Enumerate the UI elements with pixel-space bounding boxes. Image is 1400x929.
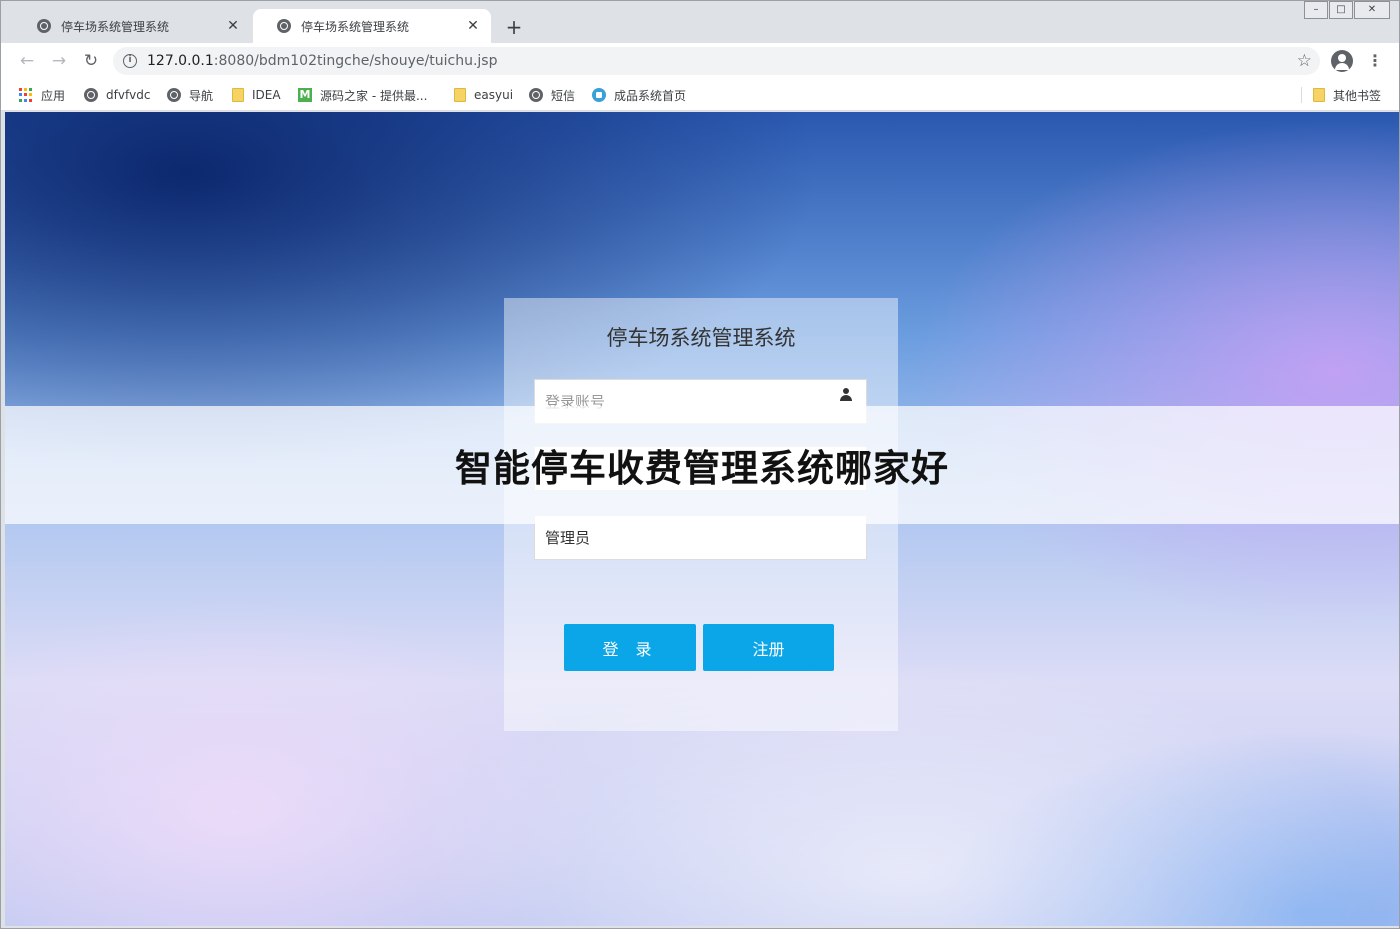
tab-title: 停车场系统管理系统	[301, 19, 410, 34]
maximize-button[interactable]: □	[1329, 1, 1353, 19]
reload-icon[interactable]: ↻	[79, 49, 103, 73]
overlay-title: 智能停车收费管理系统哪家好	[455, 447, 949, 490]
globe-icon	[529, 88, 543, 102]
apps-grid-icon	[19, 88, 33, 102]
bookmark-idea[interactable]: IDEA	[232, 85, 281, 105]
profile-avatar-icon[interactable]	[1331, 50, 1353, 72]
bookmark-nav[interactable]: 导航	[167, 85, 213, 105]
browser-window: 停车场系统管理系统 ✕ 停车场系统管理系统 ✕ + – □ ✕ ← → ↻ i …	[0, 0, 1400, 929]
bookmark-other[interactable]: 其他书签	[1313, 85, 1381, 105]
new-tab-button[interactable]: +	[503, 16, 525, 38]
bookmark-label: dfvfvdc	[106, 88, 151, 102]
browser-toolbar: ← → ↻ i 127.0.0.1:8080/bdm102tingche/sho…	[1, 43, 1399, 79]
bookmark-star-icon[interactable]: ☆	[1297, 51, 1312, 71]
bookmark-apps[interactable]: 应用	[19, 85, 65, 105]
back-arrow-icon[interactable]: ←	[15, 49, 39, 73]
address-bar[interactable]: i 127.0.0.1:8080/bdm102tingche/shouye/tu…	[113, 47, 1320, 75]
close-tab-icon[interactable]: ✕	[465, 18, 481, 34]
bookmark-sms[interactable]: 短信	[529, 85, 575, 105]
close-tab-icon[interactable]: ✕	[225, 18, 241, 34]
globe-icon	[84, 88, 98, 102]
minimize-button[interactable]: –	[1304, 1, 1328, 19]
globe-icon	[37, 19, 51, 33]
bookmark-label: 成品系统首页	[614, 88, 687, 103]
url-host: 127.0.0.1	[147, 53, 214, 69]
bookmark-easyui[interactable]: easyui	[454, 85, 513, 105]
bookmark-label: IDEA	[252, 88, 281, 102]
tab-inactive[interactable]: 停车场系统管理系统 ✕	[13, 9, 251, 43]
url-text[interactable]: 127.0.0.1:8080/bdm102tingche/shouye/tuic…	[147, 53, 497, 69]
page-title: 停车场系统管理系统	[606, 326, 796, 350]
role-value: 管理员	[545, 529, 591, 547]
tab-title: 停车场系统管理系统	[61, 19, 170, 34]
info-icon[interactable]: i	[123, 54, 137, 68]
register-button[interactable]: 注册	[703, 624, 834, 671]
bookmark-home[interactable]: 成品系统首页	[592, 85, 686, 105]
forward-arrow-icon[interactable]: →	[47, 49, 71, 73]
bookmark-label: 其他书签	[1333, 88, 1382, 103]
bookmark-label: 短信	[551, 88, 576, 103]
bookmarks-bar: 应用 dfvfvdc 导航 IDEA M 源码之家 - 提供最... easyu…	[1, 79, 1399, 111]
bookmark-yuanma[interactable]: M 源码之家 - 提供最...	[298, 85, 427, 105]
menu-dots-icon[interactable]: ⋮	[1367, 49, 1383, 73]
bookmark-label: 应用	[41, 88, 66, 103]
tab-active[interactable]: 停车场系统管理系统 ✕	[253, 9, 491, 43]
url-path: :8080/bdm102tingche/shouye/tuichu.jsp	[213, 53, 498, 69]
home-icon	[592, 88, 606, 102]
close-window-button[interactable]: ✕	[1354, 1, 1390, 19]
globe-icon	[167, 88, 181, 102]
globe-icon	[277, 19, 291, 33]
page-content: 停车场系统管理系统 登录账号 管理员 登 录 注册 智能停车收费管理系统哪家好	[5, 112, 1399, 926]
bookmark-dfvfvdc[interactable]: dfvfvdc	[84, 85, 150, 105]
bookmark-label: 导航	[189, 88, 214, 103]
folder-icon	[454, 88, 466, 102]
login-button[interactable]: 登 录	[564, 624, 696, 671]
user-icon	[840, 388, 852, 402]
folder-icon	[1313, 88, 1325, 102]
tab-strip: 停车场系统管理系统 ✕ 停车场系统管理系统 ✕ + – □ ✕	[1, 1, 1399, 43]
bookmarks-divider	[1301, 87, 1302, 103]
bookmark-label: 源码之家 - 提供最...	[320, 88, 428, 103]
m-logo-icon: M	[298, 88, 312, 102]
bookmark-label: easyui	[474, 88, 514, 102]
folder-icon	[232, 88, 244, 102]
